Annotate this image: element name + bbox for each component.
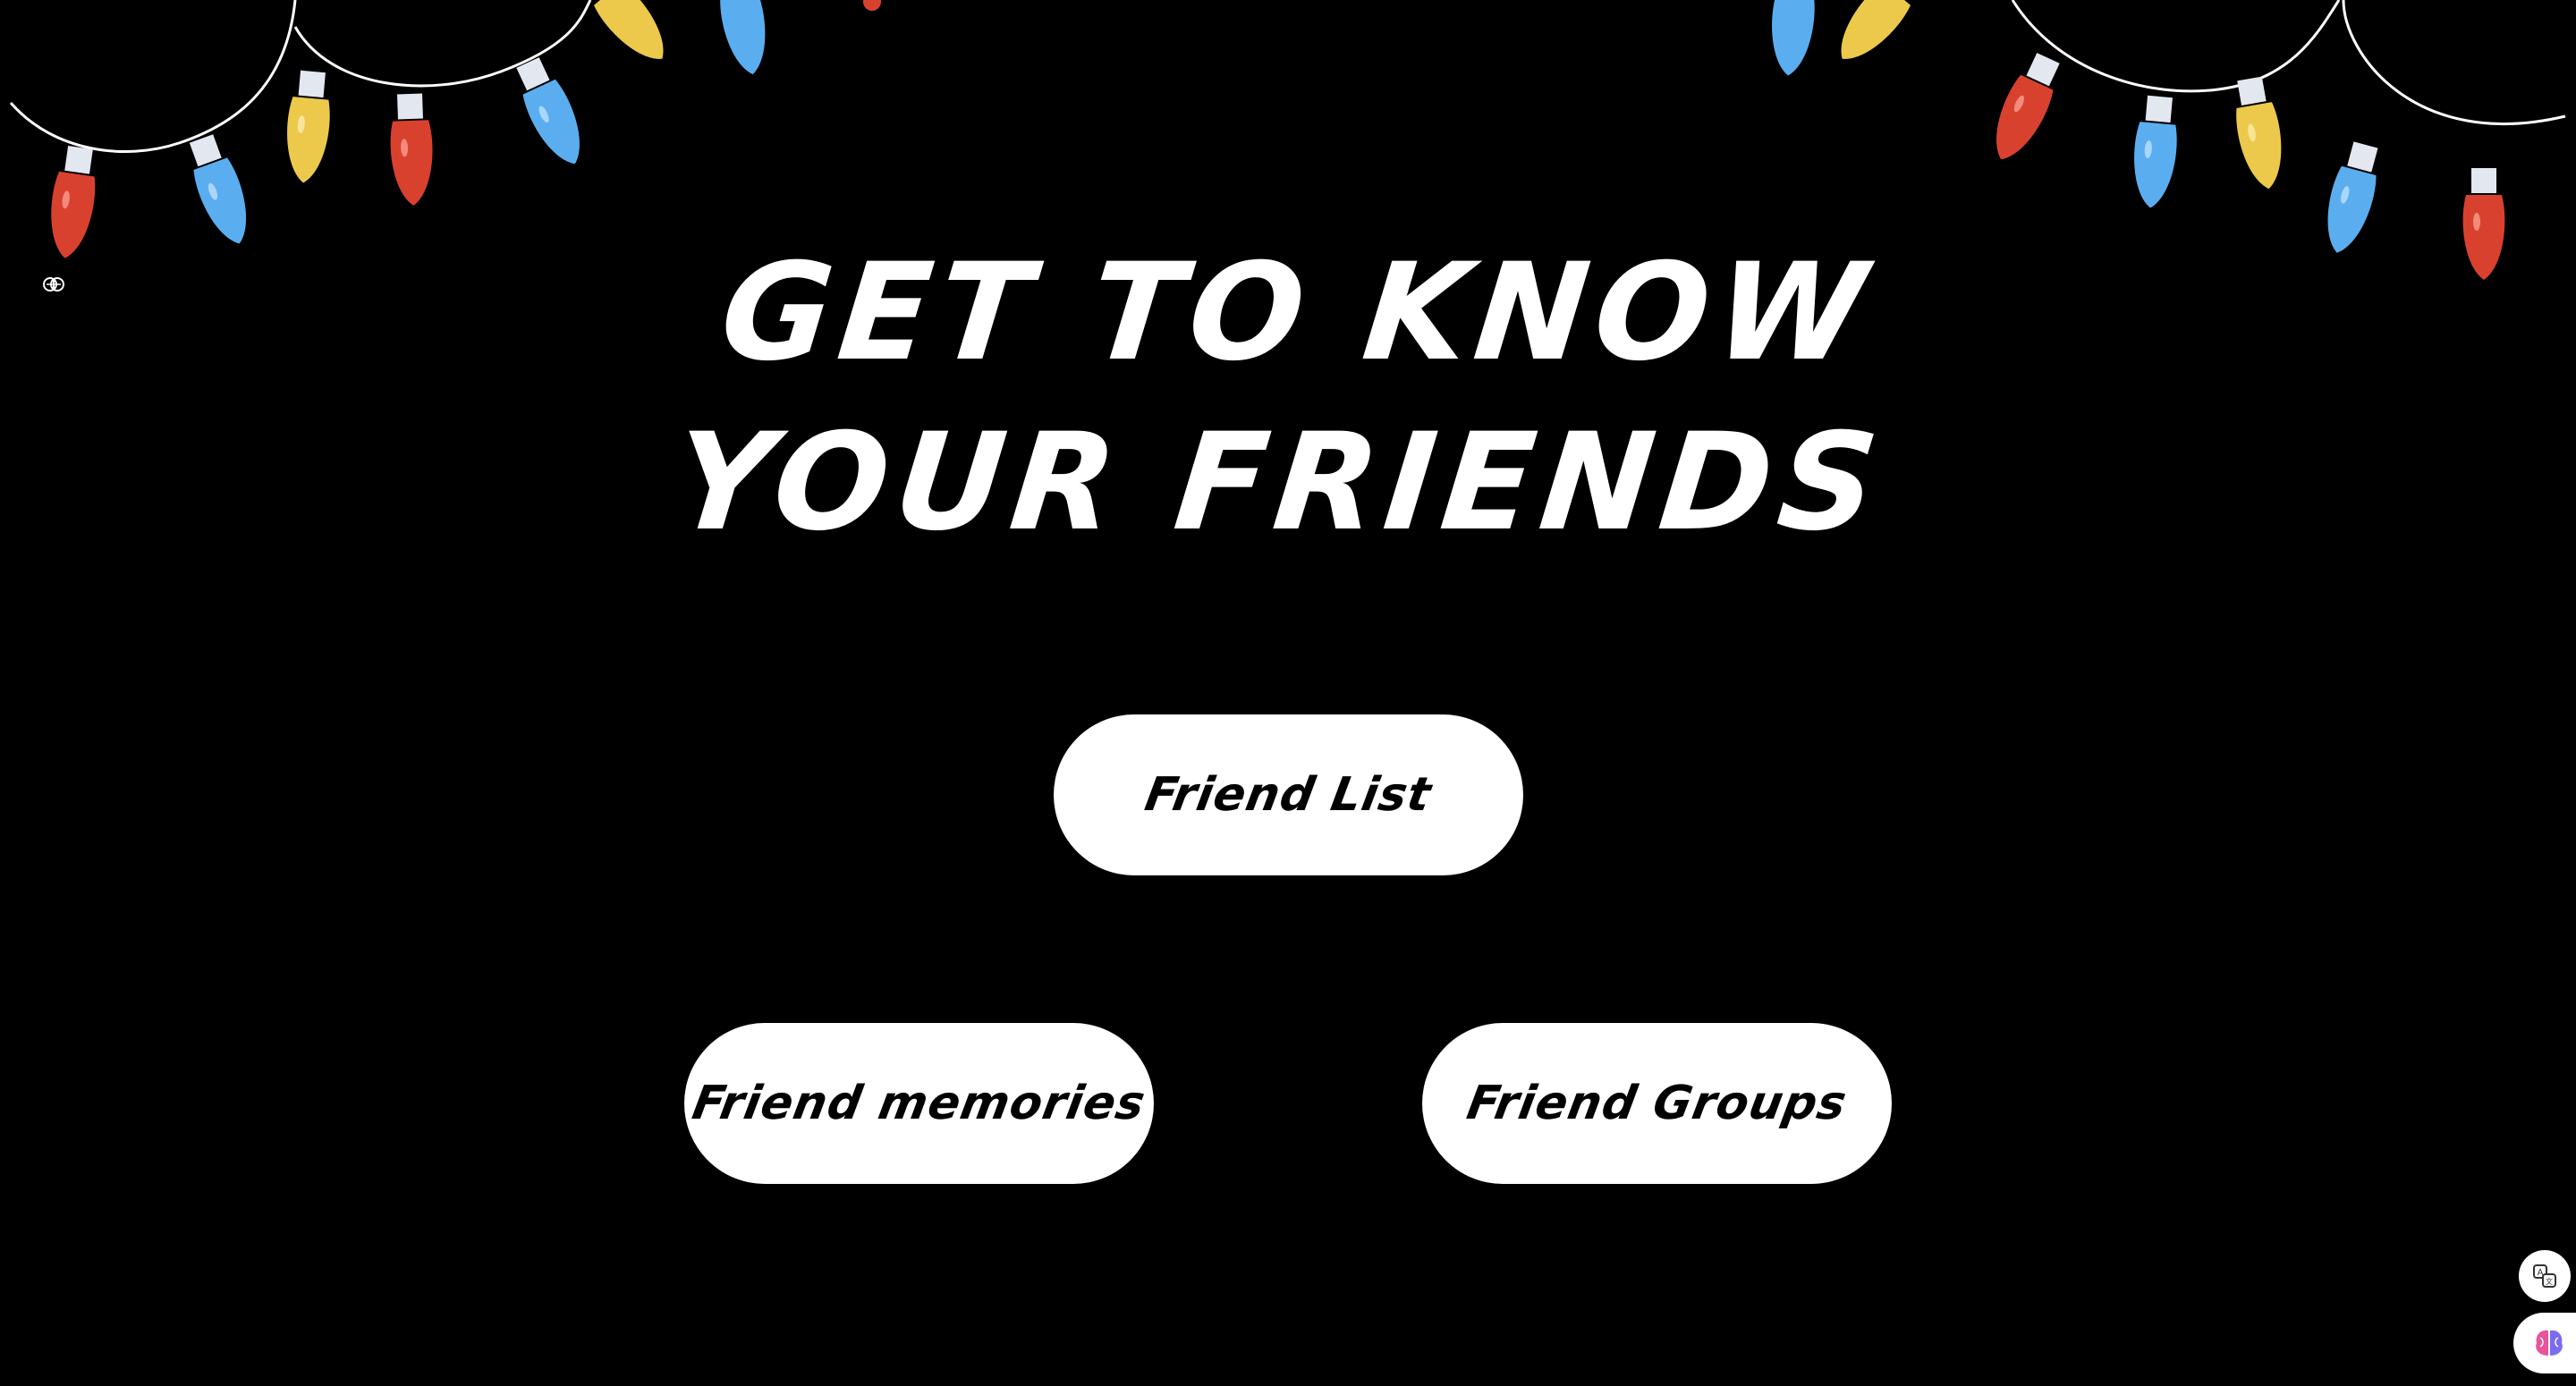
assistant-button[interactable] <box>2513 1313 2576 1373</box>
svg-text:A: A <box>2538 1268 2544 1278</box>
page: GET TO KNOW YOUR FRIENDS Friend List Fri… <box>0 0 2576 1386</box>
friend-memories-button[interactable]: Friend memories <box>684 1023 1154 1184</box>
friend-list-button[interactable]: Friend List <box>1054 714 1523 875</box>
friend-groups-label: Friend Groups <box>1462 1077 1852 1130</box>
friend-memories-label: Friend memories <box>688 1077 1150 1130</box>
title-line-1: GET TO KNOW <box>714 235 1880 391</box>
title-line-2: YOUR FRIENDS <box>666 405 1892 561</box>
page-title: GET TO KNOW YOUR FRIENDS <box>0 228 2576 568</box>
brain-icon <box>2536 1330 2563 1356</box>
svg-text:文: 文 <box>2546 1277 2553 1286</box>
friend-groups-button[interactable]: Friend Groups <box>1422 1023 1892 1184</box>
friend-list-label: Friend List <box>1140 768 1436 822</box>
translate-button[interactable]: A 文 <box>2519 1250 2571 1302</box>
translate-icon: A 文 <box>2533 1264 2556 1288</box>
